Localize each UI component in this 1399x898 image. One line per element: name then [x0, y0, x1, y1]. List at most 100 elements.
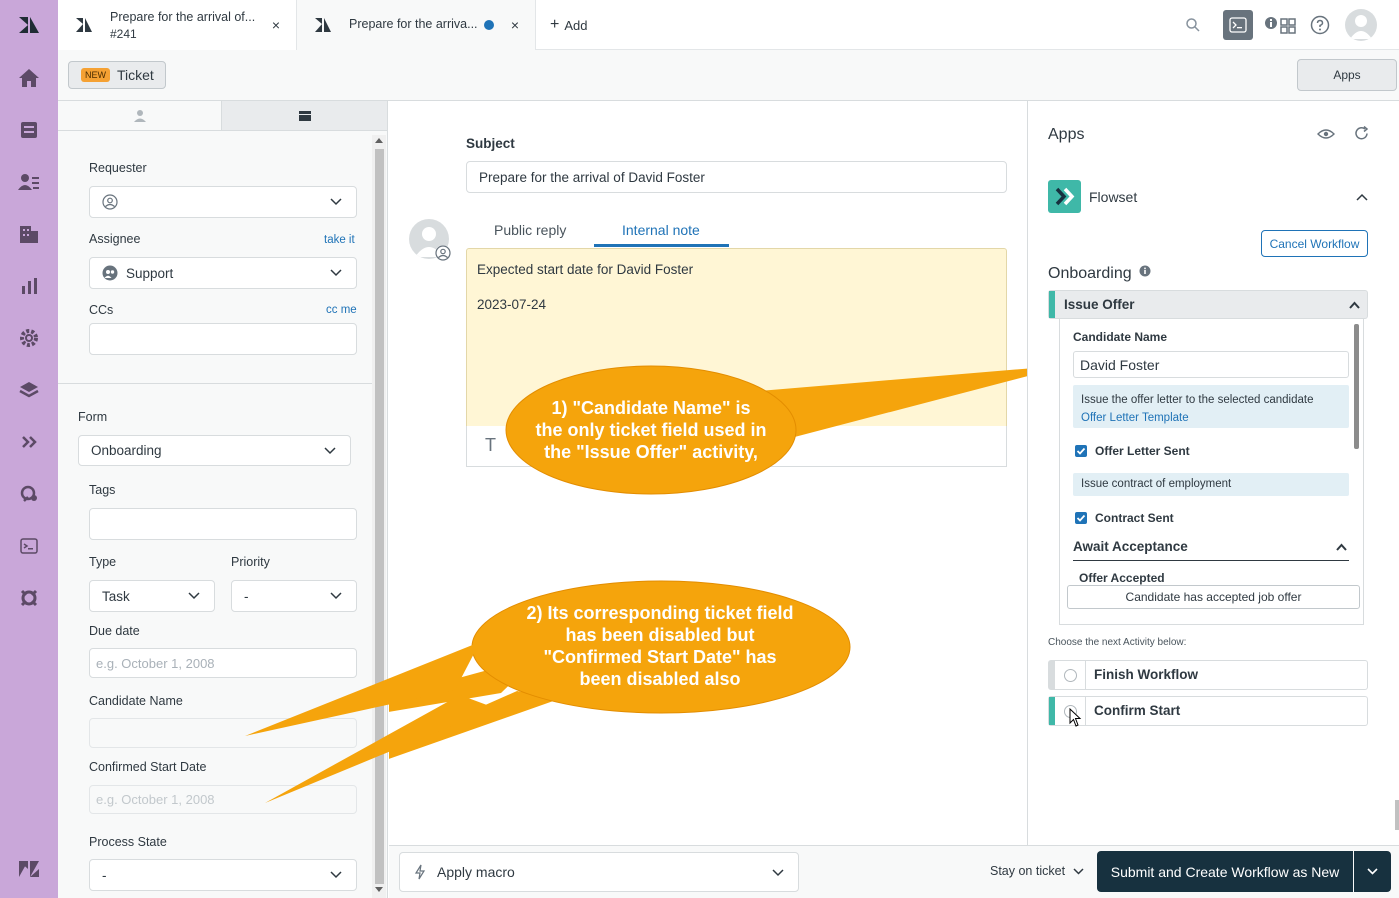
- assignee-field[interactable]: Support: [89, 257, 357, 289]
- search-icon[interactable]: [1185, 17, 1201, 33]
- issue-offer-activity-body: Candidate Name David Foster Issue the of…: [1059, 319, 1364, 625]
- scroll-down-arrow-icon[interactable]: [375, 887, 383, 892]
- add-tab-button[interactable]: + Add: [550, 16, 587, 34]
- console-icon[interactable]: [1223, 10, 1253, 40]
- admin-gear-icon[interactable]: [16, 325, 42, 351]
- callout-1-text: 1) "Candidate Name" is the only ticket f…: [531, 397, 771, 463]
- user-avatar[interactable]: [1345, 9, 1377, 41]
- apps-toggle-button[interactable]: Apps: [1297, 59, 1397, 91]
- customer-context-tab[interactable]: [58, 101, 222, 131]
- contract-sent-checkbox[interactable]: [1075, 512, 1087, 524]
- ccs-field[interactable]: [89, 323, 357, 355]
- tags-field[interactable]: [89, 508, 357, 540]
- finish-workflow-radio[interactable]: [1064, 669, 1077, 682]
- lightning-icon: [414, 864, 426, 880]
- group-icon: [102, 265, 118, 281]
- chevron-down-icon: [330, 269, 342, 277]
- new-status-badge: NEW: [81, 68, 110, 82]
- terminal-app-icon[interactable]: [16, 533, 42, 559]
- close-tab-icon[interactable]: ×: [511, 17, 519, 33]
- eye-icon[interactable]: [1317, 128, 1335, 140]
- form-select[interactable]: Onboarding: [78, 435, 351, 466]
- reporting-icon[interactable]: [16, 273, 42, 299]
- confirmed-start-date-placeholder: e.g. October 1, 2008: [96, 792, 215, 807]
- callout-1-line: 1) "Candidate Name" is: [551, 398, 751, 418]
- finish-workflow-option[interactable]: Finish Workflow: [1048, 660, 1368, 690]
- type-value: Task: [102, 588, 130, 604]
- help-icon[interactable]: [1310, 15, 1330, 35]
- ticket-tab-new[interactable]: Prepare for the arriva... ×: [297, 0, 536, 50]
- cancel-workflow-button[interactable]: Cancel Workflow: [1261, 230, 1368, 257]
- activity-scrollbar-thumb[interactable]: [1354, 324, 1359, 449]
- ticket-subheader: NEW Ticket Apps: [58, 50, 1399, 101]
- chevron-up-icon[interactable]: [1336, 543, 1347, 551]
- due-date-placeholder: e.g. October 1, 2008: [96, 655, 215, 671]
- ticket-tab-icon: [315, 18, 331, 32]
- chevron-up-icon[interactable]: [1356, 193, 1368, 201]
- support-app-icon[interactable]: [16, 585, 42, 611]
- candidate-accepted-button[interactable]: Candidate has accepted job offer: [1067, 585, 1360, 609]
- offer-letter-sent-label: Offer Letter Sent: [1095, 444, 1190, 458]
- submit-button[interactable]: Submit and Create Workflow as New: [1097, 851, 1353, 892]
- workflow-name: Onboarding: [1048, 265, 1132, 282]
- contract-info-box: Issue contract of employment: [1073, 473, 1349, 496]
- ticket-tab-icon: [76, 18, 92, 32]
- await-acceptance-heading: Await Acceptance: [1073, 539, 1188, 554]
- ticket-fields-tab[interactable]: [222, 101, 387, 131]
- unsaved-dot-icon: [484, 20, 494, 30]
- issue-offer-activity-header[interactable]: Issue Offer: [1048, 290, 1368, 319]
- callout-2-line: "Confirmed Start Date" has: [543, 647, 777, 667]
- tags-label: Tags: [89, 483, 116, 497]
- stay-on-ticket-dropdown[interactable]: Stay on ticket: [990, 864, 1084, 878]
- offer-info-text: Issue the offer letter to the selected c…: [1081, 394, 1314, 406]
- cc-me-link[interactable]: cc me: [326, 304, 357, 316]
- views-icon[interactable]: [16, 117, 42, 143]
- apply-macro-select[interactable]: Apply macro: [399, 852, 799, 892]
- layers-icon[interactable]: [16, 377, 42, 403]
- apps-panel: Apps Flowset Cancel Workflow Onboarding …: [1027, 101, 1399, 845]
- priority-label: Priority: [231, 555, 270, 569]
- workflow-info-icon[interactable]: [1139, 265, 1151, 277]
- next-activity-prompt: Choose the next Activity below:: [1048, 637, 1187, 648]
- take-it-link[interactable]: take it: [324, 234, 355, 246]
- form-value: Onboarding: [91, 443, 162, 458]
- candidate-name-input[interactable]: David Foster: [1073, 351, 1349, 378]
- callout-2-line: has been disabled but: [565, 625, 755, 645]
- process-state-select[interactable]: -: [89, 859, 357, 891]
- product-tray-icon[interactable]: [1280, 18, 1296, 34]
- info-icon[interactable]: [1264, 16, 1278, 30]
- integrations-icon[interactable]: [16, 481, 42, 507]
- flowset-nav-icon[interactable]: [16, 429, 42, 455]
- refresh-icon[interactable]: [1354, 126, 1369, 141]
- type-select[interactable]: Task: [89, 580, 215, 612]
- chevron-down-icon: [330, 871, 342, 879]
- organizations-icon[interactable]: [16, 221, 42, 247]
- close-tab-icon[interactable]: ×: [272, 17, 280, 33]
- offer-letter-sent-checkbox[interactable]: [1075, 445, 1087, 457]
- confirm-start-option[interactable]: Confirm Start: [1048, 696, 1368, 726]
- process-state-label: Process State: [89, 835, 167, 849]
- submit-options-button[interactable]: [1354, 851, 1391, 892]
- zendesk-logo-icon[interactable]: [16, 12, 42, 38]
- assignee-label: Assignee: [89, 232, 141, 246]
- activity-color-bar: [1049, 697, 1055, 725]
- chevron-down-icon: [330, 198, 342, 206]
- fields-icon: [299, 111, 311, 121]
- page-scrollbar-thumb[interactable]: [1395, 800, 1399, 830]
- offer-template-link[interactable]: Offer Letter Template: [1081, 412, 1189, 424]
- chevron-down-icon: [1073, 867, 1084, 875]
- due-date-label: Due date: [89, 624, 140, 638]
- priority-select[interactable]: -: [231, 580, 357, 612]
- tab-ticket-number: #241: [110, 27, 137, 41]
- top-bar: Prepare for the arrival of... #241 × Pre…: [58, 0, 1399, 50]
- ticket-status-pill[interactable]: NEW Ticket: [68, 61, 166, 89]
- customers-icon[interactable]: [16, 169, 42, 195]
- ticket-tab-241[interactable]: Prepare for the arrival of... #241 ×: [58, 0, 297, 50]
- chevron-up-icon[interactable]: [1349, 301, 1360, 309]
- zendesk-products-icon[interactable]: [16, 856, 42, 882]
- priority-value: -: [244, 588, 249, 604]
- process-state-value: -: [102, 867, 107, 883]
- home-icon[interactable]: [16, 65, 42, 91]
- requester-field[interactable]: [89, 186, 357, 218]
- scroll-up-arrow-icon[interactable]: [375, 138, 383, 143]
